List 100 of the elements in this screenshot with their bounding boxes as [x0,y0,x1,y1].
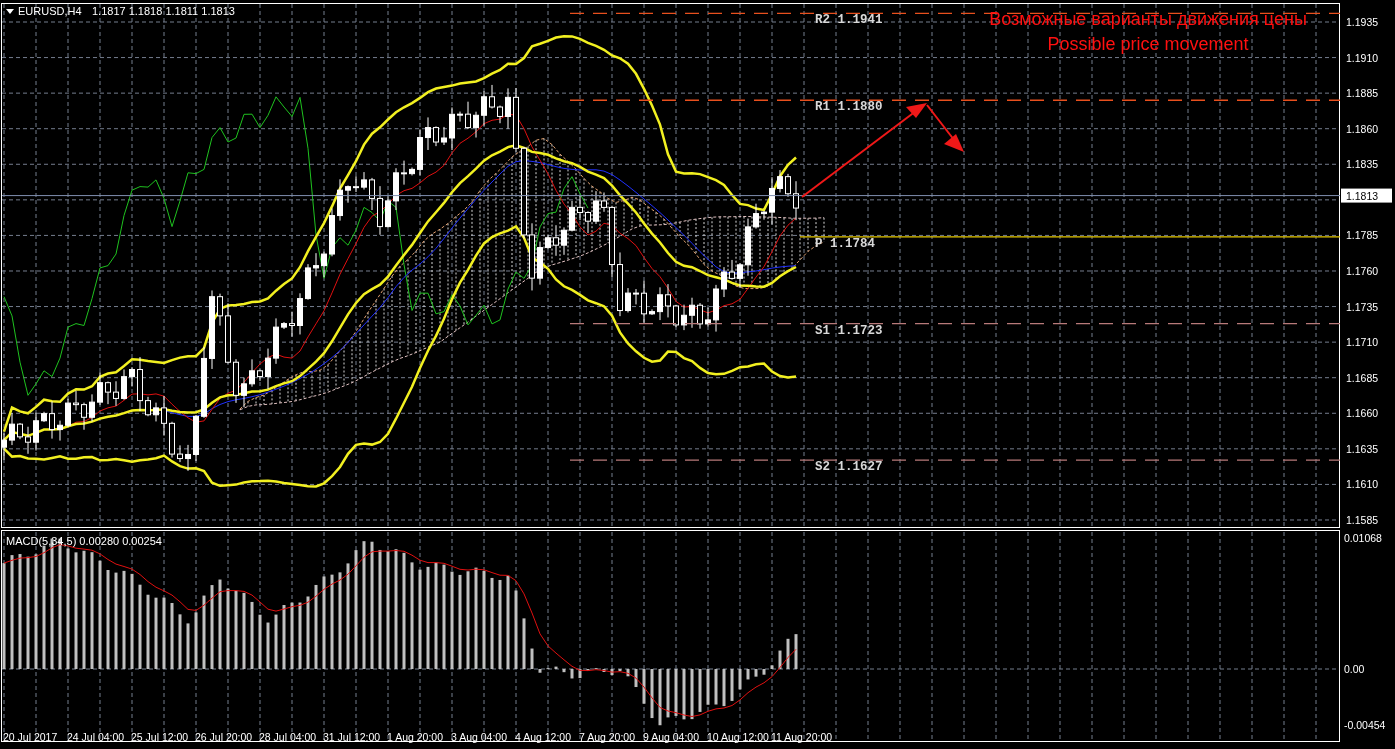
candle [129,366,135,387]
macd-bar [602,669,606,672]
macd-bar [698,669,702,712]
pivot-level-label: R1 1.1880 [815,100,883,115]
candle [457,111,463,123]
macd-bar [754,669,758,677]
candle [369,177,375,211]
price-axis-label: 1.1710 [1346,336,1379,349]
macd-axis-label: 0.00 [1344,663,1365,675]
candle [465,101,471,130]
candle [105,381,111,405]
macd-bar [642,669,646,704]
candle [681,304,687,331]
candle [65,398,71,428]
pivot-level-label: R2 1.1941 [815,13,883,28]
candle [489,84,495,109]
symbol-title: EURUSD,H4 [18,5,82,17]
candle [569,200,575,232]
macd-bar [250,601,254,669]
time-axis-label: 26 Jul 20:00 [195,731,253,743]
price-axis-label: 1.1635 [1346,442,1379,455]
macd-axis-label: -0.00454 [1344,718,1386,731]
candle [729,259,735,281]
candle [721,266,727,298]
macd-bar [570,669,574,679]
candle [441,126,447,146]
candle [641,280,647,324]
candle [377,185,383,236]
candle [273,317,279,365]
candle [745,218,751,277]
candle [185,444,191,472]
macd-bar [682,669,686,720]
pivot-level-label: S1 1.1723 [815,323,883,338]
candle [777,169,783,193]
macd-bar [706,669,710,705]
candle [289,311,295,338]
macd-bar [170,603,174,669]
candle [793,180,799,221]
macd-bar [290,602,294,669]
candle [385,196,391,229]
candle [89,393,95,422]
macd-bar [154,597,158,669]
candle [657,286,663,321]
candle [593,190,599,225]
candle [81,402,87,431]
time-axis-label: 20 Jul 2017 [3,731,58,743]
macd-bar [538,669,542,673]
price-axis-label: 1.1735 [1346,300,1379,313]
candle [1,432,7,461]
price-axis-label: 1.1910 [1346,51,1379,64]
annotation-text: Возможные варианты движения цены [989,9,1307,29]
candle [249,358,255,388]
macd-bar [178,614,182,669]
macd-bar [690,669,694,720]
candle [561,226,567,256]
candle [113,380,119,407]
annotation-text: Possible price movement [1047,34,1249,54]
macd-bar [626,669,630,677]
candle [337,178,343,222]
macd-bar [258,614,262,669]
macd-bar [618,669,622,672]
time-axis-label: 3 Aug 04:00 [451,731,508,743]
dropdown-triangle-icon[interactable] [6,9,14,14]
time-axis-label: 7 Aug 20:00 [579,731,636,743]
time-axis-label: 9 Aug 04:00 [643,731,700,743]
macd-bar [194,612,198,669]
candle [145,396,151,417]
time-axis-label: 28 Jul 04:00 [259,731,317,743]
candle [281,321,287,330]
candle [161,395,167,437]
pivot-level-label: S2 1.1627 [815,460,883,475]
candle [481,90,487,127]
price-axis-label: 1.1885 [1346,87,1379,100]
candle [329,207,335,257]
macd-bar [674,669,678,716]
candle [673,304,679,328]
macd-bar [282,605,286,669]
candle [41,411,47,423]
macd-bar [714,669,718,705]
candle [449,106,455,151]
time-axis-label: 25 Jul 12:00 [131,731,189,743]
candle [193,414,199,462]
candle [345,185,351,204]
candle [401,160,407,186]
candle [769,176,775,226]
candle [537,241,543,286]
macd-bar [746,669,750,680]
macd-bar [650,669,654,719]
pivot-level-label: P 1.1784 [815,236,875,251]
candle [417,128,423,176]
candle [121,369,127,401]
candle [17,422,23,440]
candle [257,369,263,382]
candle [177,444,183,463]
candle [137,356,143,412]
candle [153,402,159,422]
time-axis-label: 11 Aug 20:00 [771,731,833,743]
macd-bar [794,634,798,669]
macd-bar [738,669,742,690]
macd-bar [666,669,670,718]
